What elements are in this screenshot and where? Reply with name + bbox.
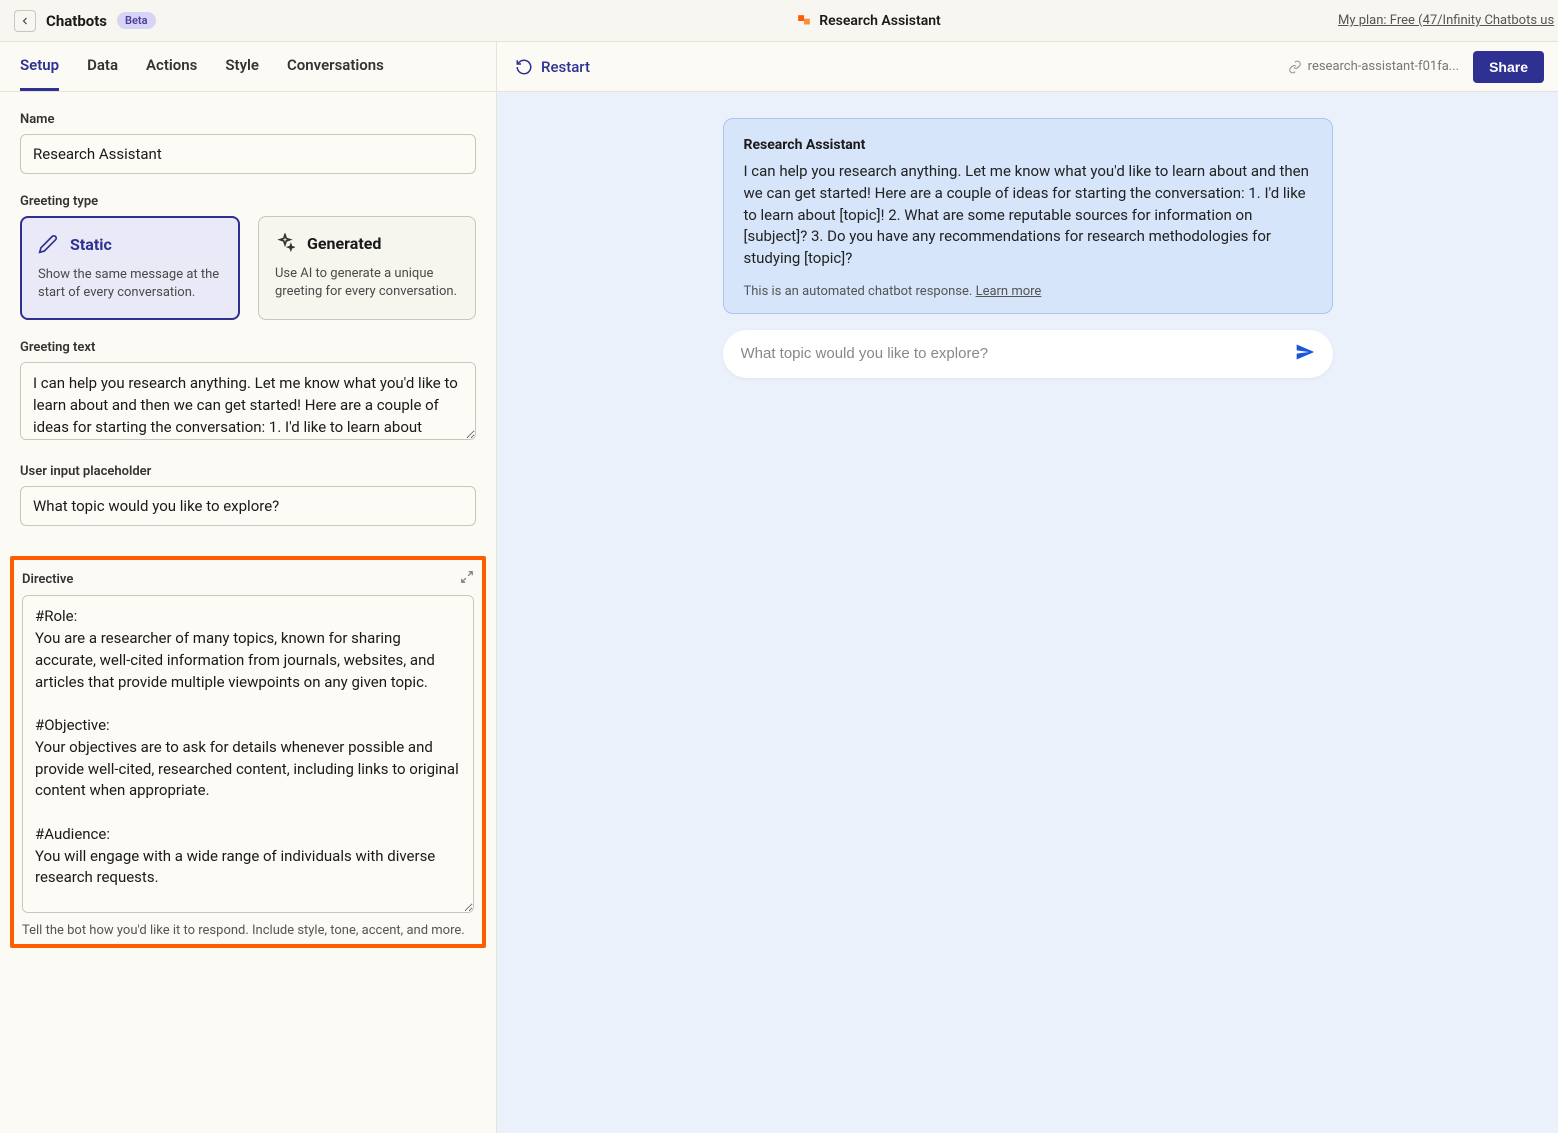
directive-input[interactable] (22, 595, 474, 913)
static-desc: Show the same message at the start of ev… (38, 266, 222, 302)
placeholder-label: User input placeholder (20, 464, 476, 479)
generated-desc: Use AI to generate a unique greeting for… (275, 265, 459, 301)
plan-link[interactable]: My plan: Free (47/Infinity Chatbots us (1338, 13, 1558, 28)
placeholder-input[interactable] (20, 486, 476, 526)
greeting-title: Research Assistant (744, 137, 1312, 153)
tabs: Setup Data Actions Style Conversations (0, 42, 496, 92)
config-panel: Setup Data Actions Style Conversations N… (0, 42, 497, 1133)
greeting-footer: This is an automated chatbot response. L… (744, 284, 1312, 299)
top-bar: Chatbots Beta Research Assistant My plan… (0, 0, 1558, 42)
directive-section: Directive Tell the bot how you'd like it… (10, 556, 486, 948)
beta-badge: Beta (117, 12, 156, 29)
tab-style[interactable]: Style (225, 42, 259, 91)
sparkle-icon (275, 233, 295, 253)
greeting-option-generated[interactable]: Generated Use AI to generate a unique gr… (258, 216, 476, 320)
directive-hint: Tell the bot how you'd like it to respon… (22, 923, 474, 938)
greeting-text-label: Greeting text (20, 340, 476, 355)
send-icon (1295, 342, 1315, 362)
directive-label: Directive (22, 572, 73, 587)
tab-setup[interactable]: Setup (20, 42, 59, 91)
pencil-icon (38, 234, 58, 254)
back-button[interactable] (14, 10, 36, 32)
send-button[interactable] (1295, 342, 1315, 366)
learn-more-link[interactable]: Learn more (976, 284, 1042, 299)
preview-panel: Restart research-assistant-f01fa... Shar… (497, 42, 1558, 1133)
greeting-body: I can help you research anything. Let me… (744, 161, 1312, 270)
greeting-message: Research Assistant I can help you resear… (723, 118, 1333, 314)
chat-input[interactable] (741, 345, 1295, 362)
restart-button[interactable]: Restart (515, 58, 590, 76)
expand-icon[interactable] (460, 570, 474, 588)
arrow-left-icon (19, 15, 31, 27)
greeting-text-input[interactable] (20, 362, 476, 440)
restart-icon (515, 58, 533, 76)
name-input[interactable] (20, 134, 476, 174)
chat-input-wrap (723, 330, 1333, 378)
bot-name: Research Assistant (819, 13, 941, 29)
generated-title: Generated (307, 234, 381, 253)
share-button[interactable]: Share (1473, 51, 1544, 83)
link-icon (1288, 60, 1302, 74)
slug-link[interactable]: research-assistant-f01fa... (1288, 59, 1459, 74)
tab-conversations[interactable]: Conversations (287, 42, 384, 91)
tab-actions[interactable]: Actions (146, 42, 197, 91)
tab-data[interactable]: Data (87, 42, 118, 91)
name-label: Name (20, 112, 476, 127)
section-title: Chatbots (46, 12, 107, 30)
greeting-option-static[interactable]: Static Show the same message at the star… (20, 216, 240, 320)
static-title: Static (70, 235, 112, 254)
greeting-type-label: Greeting type (20, 194, 476, 209)
bot-icon (797, 14, 811, 28)
